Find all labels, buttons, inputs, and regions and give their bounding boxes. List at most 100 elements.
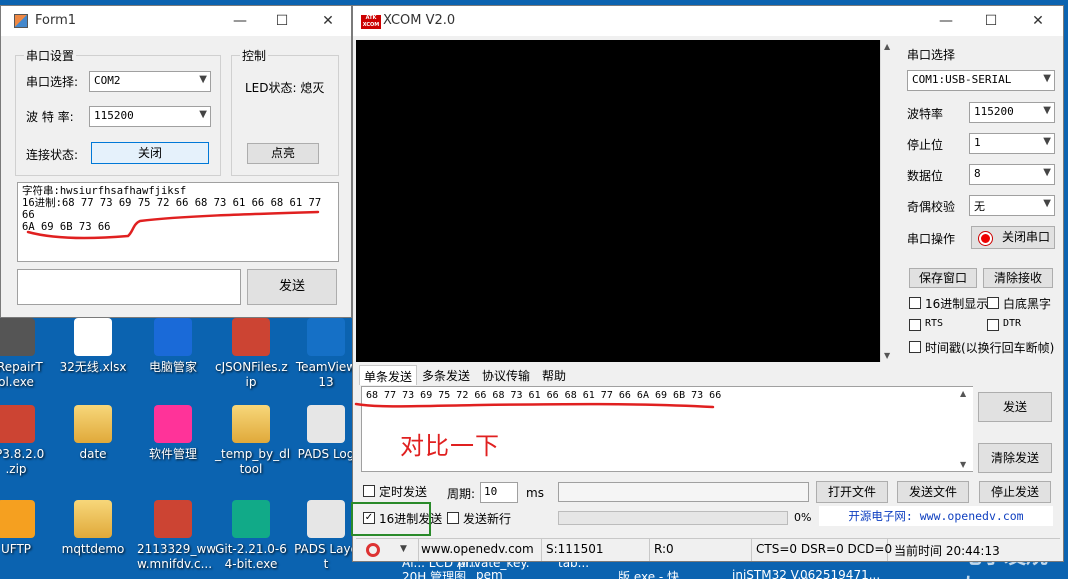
folder-icon <box>74 500 112 538</box>
minimize-button[interactable]: — <box>933 10 959 32</box>
port-select[interactable]: COM2 ▼ <box>89 71 211 92</box>
desktop-icon-label: 电脑管家 <box>148 360 197 374</box>
group-label: 控制 <box>240 47 269 64</box>
xcom-window: ATK XCOM XCOM V2.0 — ☐ ✕ ▲ ▼ 串口选择 COM1:U… <box>352 5 1064 562</box>
tab-help[interactable]: 帮助 <box>538 365 570 385</box>
data-bits-select[interactable]: 8 ▼ <box>969 164 1055 185</box>
timed-send-label: 定时发送 <box>379 485 428 499</box>
maximize-button[interactable]: ☐ <box>269 10 295 32</box>
stop-send-button[interactable]: 停止发送 <box>979 481 1051 503</box>
close-button[interactable]: ✕ <box>1025 10 1051 32</box>
desktop-icon[interactable]: 32无线.xlsx <box>57 318 129 375</box>
rx-line: 6A 69 6B 73 66 <box>22 221 111 233</box>
dtr-label: DTR <box>1003 318 1022 329</box>
baud-label: 波特率 <box>907 107 944 121</box>
stop-bits-value: 1 <box>974 136 981 149</box>
desktop-icon-label: cJSONFiles.z ip <box>215 360 288 389</box>
url-banner[interactable]: 开源电子网: www.openedv.com <box>819 506 1053 526</box>
status-sent: S:111501 <box>546 539 650 561</box>
hex-send-checkbox[interactable]: ✓ <box>363 512 375 524</box>
minimize-button[interactable]: — <box>227 10 253 32</box>
app-icon <box>14 14 28 28</box>
progress-bar <box>558 511 788 525</box>
save-window-button[interactable]: 保存窗口 <box>909 268 977 288</box>
conn-status-label: 连接状态: <box>26 148 79 162</box>
open-file-button[interactable]: 打开文件 <box>816 481 888 503</box>
gear-icon[interactable] <box>366 543 380 557</box>
baud-select[interactable]: 115200 ▼ <box>969 102 1055 123</box>
desktop-icon[interactable]: UFTP <box>0 500 52 557</box>
hex-display-label: 16进制显示 <box>925 297 989 311</box>
close-button[interactable]: ✕ <box>315 10 341 32</box>
clear-send-button[interactable]: 清除发送 <box>978 443 1052 473</box>
port-select-label: 串口选择 <box>907 48 956 62</box>
window-title: XCOM V2.0 <box>383 13 456 28</box>
status-time: 当前时间 20:44:13 <box>894 544 1000 558</box>
desktop-icon-label: 软件管理 <box>148 447 197 461</box>
port-select[interactable]: COM1:USB-SERIAL ▼ <box>907 70 1055 91</box>
desktop-icon[interactable]: _temp_by_dl tool <box>215 405 290 477</box>
dtr-checkbox[interactable] <box>987 319 999 331</box>
port-label: 串口选择: <box>26 75 79 89</box>
desktop-icon-label: TP3.8.2.0 .zip <box>0 447 45 476</box>
parity-select[interactable]: 无 ▼ <box>969 195 1055 216</box>
chevron-down-icon[interactable]: ▼ <box>400 544 407 554</box>
xcom-titlebar[interactable]: ATK XCOM XCOM V2.0 — ☐ ✕ <box>353 6 1063 36</box>
folder-icon <box>232 405 270 443</box>
clear-receive-button[interactable]: 清除接收 <box>983 268 1053 288</box>
folder-icon <box>74 405 112 443</box>
tab-single-send[interactable]: 单条发送 <box>359 365 418 385</box>
tab-protocol[interactable]: 协议传输 <box>478 365 534 385</box>
close-port-button[interactable]: 关闭串口 <box>971 226 1055 249</box>
close-connection-button[interactable]: 关闭 <box>91 142 209 164</box>
form1-titlebar[interactable]: Form1 — ☐ ✕ <box>1 6 351 36</box>
baud-select[interactable]: 115200 ▼ <box>89 106 211 127</box>
team-icon <box>307 318 345 356</box>
light-button[interactable]: 点亮 <box>247 143 319 164</box>
compare-annotation: 对比一下 <box>400 432 500 460</box>
archive-icon <box>0 405 35 443</box>
stop-bits-select[interactable]: 1 ▼ <box>969 133 1055 154</box>
close-port-label: 关闭串口 <box>1001 230 1050 244</box>
send-button[interactable]: 发送 <box>247 269 337 305</box>
desktop-icon[interactable]: date <box>57 405 129 462</box>
ms-label: ms <box>526 486 544 500</box>
port-op-label: 串口操作 <box>907 232 956 246</box>
desktop-icon[interactable]: 软件管理 <box>137 405 209 462</box>
desktop-icon-label: 32无线.xlsx <box>59 360 127 374</box>
chevron-down-icon: ▼ <box>1043 136 1051 147</box>
chevron-down-icon: ▼ <box>1043 167 1051 178</box>
send-input[interactable] <box>17 269 241 305</box>
desktop-icon[interactable]: TP3.8.2.0 .zip <box>0 405 52 477</box>
desktop-icon[interactable]: cJSONFiles.z ip <box>215 318 288 390</box>
send-file-button[interactable]: 发送文件 <box>897 481 969 503</box>
white-black-checkbox[interactable] <box>987 297 999 309</box>
pads-icon <box>307 405 345 443</box>
receive-textbox[interactable]: 字符串:hwsiurfhsafhawfjiksf 16进制:68 77 73 6… <box>17 182 339 262</box>
tab-multi-send[interactable]: 多条发送 <box>418 365 474 385</box>
rts-checkbox[interactable] <box>909 319 921 331</box>
file-path-input[interactable] <box>558 482 809 502</box>
ftp-icon <box>0 500 35 538</box>
desktop-icon[interactable]: 电脑管家 <box>137 318 209 375</box>
timestamp-label: 时间戳(以换行回车断帧) <box>925 341 1055 355</box>
send-text: 68 77 73 69 75 72 66 68 73 61 66 68 61 7… <box>366 390 722 401</box>
maximize-button[interactable]: ☐ <box>978 10 1004 32</box>
hex-display-checkbox[interactable] <box>909 297 921 309</box>
timestamp-checkbox[interactable] <box>909 341 921 353</box>
desktop-icon[interactable]: 2113329_ww w.mnifdv.c... <box>137 500 216 572</box>
status-url[interactable]: www.openedv.com <box>418 539 542 561</box>
timed-send-checkbox[interactable] <box>363 485 375 497</box>
period-input[interactable]: 10 <box>480 482 518 503</box>
send-button[interactable]: 发送 <box>978 392 1052 422</box>
desktop-icon[interactable]: nRepairT ol.exe <box>0 318 52 390</box>
send-scrollbar[interactable]: ▲ ▼ <box>957 387 973 471</box>
receive-area[interactable] <box>356 40 881 362</box>
status-received: R:0 <box>654 539 752 561</box>
desktop-icon[interactable]: mqttdemo <box>57 500 129 557</box>
desktop-icon-label: Git-2.21.0-6 4-bit.exe <box>215 542 287 571</box>
receive-scrollbar[interactable]: ▲ ▼ <box>880 40 896 362</box>
send-newline-checkbox[interactable] <box>447 512 459 524</box>
desktop-icon[interactable]: Git-2.21.0-6 4-bit.exe <box>215 500 287 572</box>
status-bar: ▼ www.openedv.com S:111501 R:0 CTS=0 DSR… <box>356 538 1060 561</box>
